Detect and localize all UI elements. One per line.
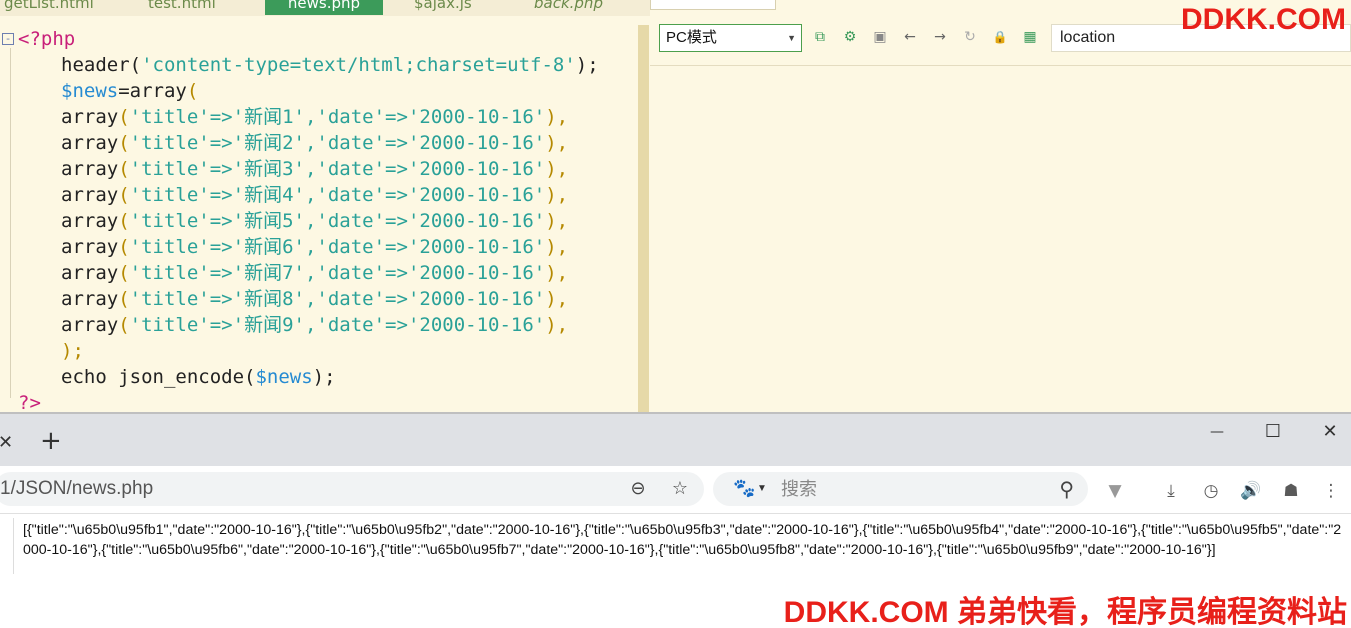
chevron-down-icon: ▼ (787, 33, 796, 43)
history-icon[interactable]: ◷ (1200, 480, 1222, 502)
code-line-array-item: array('title'=>'新闻3','date'=>'2000-10-16… (61, 158, 569, 180)
code-line-close-array: ); (61, 340, 84, 362)
code-line-array-item: array('title'=>'新闻2','date'=>'2000-10-16… (61, 132, 569, 154)
preview-tab[interactable] (650, 0, 776, 10)
menu-icon[interactable]: ⋮ (1320, 480, 1342, 502)
tab-back-php[interactable]: back.php (526, 0, 611, 15)
zoom-icon[interactable]: ⊖ (626, 477, 650, 501)
baidu-paw-icon[interactable]: 🐾 (733, 472, 755, 506)
watermark-top: DDKK.COM (1181, 3, 1346, 36)
code-line-header: header('content-type=text/html;charset=u… (61, 54, 599, 76)
code-line-array-item: array('title'=>'新闻5','date'=>'2000-10-16… (61, 210, 569, 232)
code-line-array-item: array('title'=>'新闻4','date'=>'2000-10-16… (61, 184, 569, 206)
vivaldi-icon[interactable]: ▼ (1104, 480, 1126, 502)
maximize-icon[interactable]: ☐ (1258, 422, 1288, 448)
close-tab-icon[interactable]: ✕ (0, 432, 13, 453)
tab-getlist-html[interactable]: getList.html (0, 0, 102, 15)
qr-code-icon[interactable]: ▦ (1021, 28, 1039, 46)
code-line-array-item: array('title'=>'新闻9','date'=>'2000-10-16… (61, 314, 569, 336)
address-bar[interactable]: 1/JSON/news.php ⊖ ☆ (0, 472, 704, 506)
fold-guide (10, 48, 11, 398)
settings-icon[interactable]: ⚙ (841, 28, 859, 46)
location-placeholder: location (1060, 29, 1116, 46)
console-icon[interactable]: ▣ (871, 28, 889, 46)
address-text: 1/JSON/news.php (0, 478, 154, 499)
search-icon[interactable]: ⚲ (1059, 472, 1074, 506)
search-box[interactable]: 🐾 ▼ 搜索 ⚲ (713, 472, 1088, 506)
side-panel-edge[interactable] (0, 518, 14, 574)
watermark-bottom: DDKK.COM 弟弟快看，程序员编程资料站 (783, 596, 1347, 628)
back-icon[interactable]: ← (901, 28, 919, 46)
code-line-array-item: array('title'=>'新闻8','date'=>'2000-10-16… (61, 288, 569, 310)
sound-icon[interactable]: 🔊 (1240, 480, 1262, 502)
incognito-icon[interactable]: ☗ (1280, 480, 1302, 502)
lock-icon[interactable]: 🔒 (991, 28, 1009, 46)
mode-select-value: PC模式 (666, 29, 717, 46)
search-placeholder: 搜索 (781, 479, 817, 499)
new-tab-icon[interactable]: + (40, 428, 62, 454)
forward-icon[interactable]: → (931, 28, 949, 46)
mode-select[interactable]: PC模式 ▼ (659, 24, 802, 52)
browser-window: ✕ + — ☐ ✕ 1/JSON/news.php ⊖ ☆ 🐾 ▼ 搜索 ⚲ ▼… (0, 414, 1351, 628)
star-icon[interactable]: ☆ (668, 477, 692, 501)
minimize-icon[interactable]: — (1202, 422, 1232, 448)
refresh-icon[interactable]: ↻ (961, 28, 979, 46)
fold-toggle-icon[interactable]: - (2, 33, 14, 45)
code-line-array-item: array('title'=>'新闻6','date'=>'2000-10-16… (61, 236, 569, 258)
tab-ajax-js[interactable]: $ajax.js (406, 0, 480, 15)
editor-scrollbar[interactable] (638, 25, 649, 412)
code-line-echo: echo json_encode($news); (61, 366, 336, 388)
code-editor[interactable]: getList.html test.html news.php $ajax.js… (0, 0, 650, 414)
editor-tab-bar: getList.html test.html news.php $ajax.js… (0, 0, 650, 16)
code-line-news-assign: $news=array( (61, 80, 199, 102)
code-line-array-item: array('title'=>'新闻1','date'=>'2000-10-16… (61, 106, 569, 128)
tab-news-php[interactable]: news.php (265, 0, 383, 15)
preview-panel: PC模式 ▼ ⧉ ⚙ ▣ ← → ↻ 🔒 ▦ location DDKK.COM (650, 0, 1351, 412)
code-line-open-tag: <?php (18, 28, 76, 50)
json-response: [{"title":"\u65b0\u95fb1","date":"2000-1… (23, 522, 1342, 558)
open-external-icon[interactable]: ⧉ (811, 28, 829, 46)
tab-test-html[interactable]: test.html (140, 0, 224, 15)
download-icon[interactable]: ⤓ (1160, 480, 1182, 502)
close-window-icon[interactable]: ✕ (1315, 422, 1345, 448)
browser-toolbar: 1/JSON/news.php ⊖ ☆ 🐾 ▼ 搜索 ⚲ ▼ ⤓ ◷ 🔊 ☗ ⋮ (0, 466, 1351, 514)
chevron-down-icon[interactable]: ▼ (757, 472, 767, 506)
code-line-array-item: array('title'=>'新闻7','date'=>'2000-10-16… (61, 262, 569, 284)
browser-tab-bar: ✕ + — ☐ ✕ (0, 414, 1351, 466)
